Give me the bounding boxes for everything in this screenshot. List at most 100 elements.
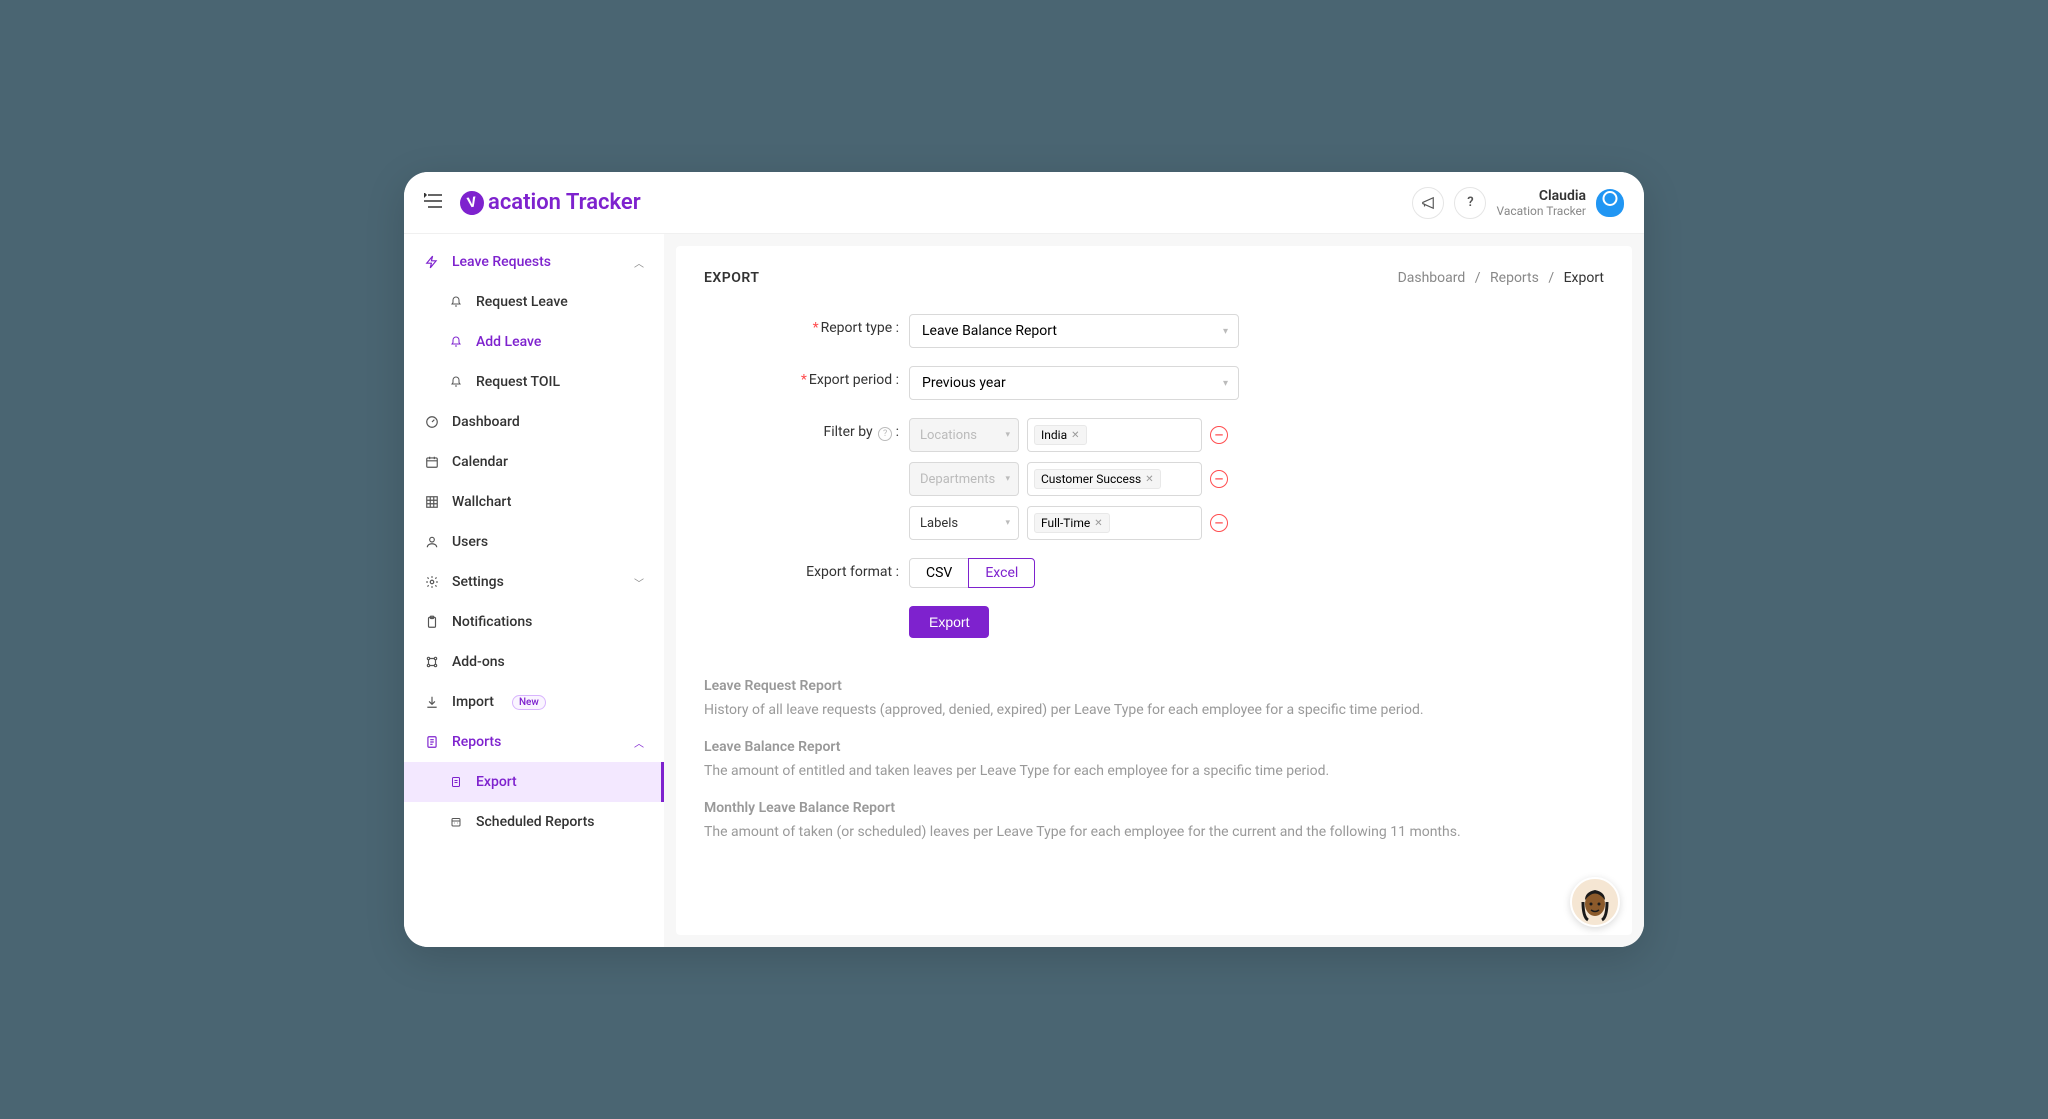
breadcrumb-current: Export	[1564, 270, 1604, 286]
format-excel-option[interactable]: Excel	[968, 558, 1035, 588]
sidebar: Leave Requests ︿ Request Leave Add Leave…	[404, 234, 664, 947]
desc-text: History of all leave requests (approved,…	[704, 700, 1604, 721]
report-type-select[interactable]: Leave Balance Report ▾	[909, 314, 1239, 348]
nav-label: Users	[452, 534, 488, 550]
remove-filter-button[interactable]: —	[1210, 514, 1228, 532]
clipboard-icon	[424, 614, 440, 630]
breadcrumb: Dashboard / Reports / Export	[1398, 270, 1604, 286]
filter-value-input[interactable]: India ✕	[1027, 418, 1202, 452]
sidebar-item-settings[interactable]: Settings ﹀	[404, 562, 664, 602]
remove-filter-button[interactable]: —	[1210, 470, 1228, 488]
nav-label: Request Leave	[476, 294, 568, 310]
user-info[interactable]: Claudia Vacation Tracker	[1496, 188, 1586, 218]
nav-label: Notifications	[452, 614, 532, 630]
export-period-select[interactable]: Previous year ▾	[909, 366, 1239, 400]
chevron-down-icon: ▾	[1223, 378, 1228, 389]
bell-icon	[448, 374, 464, 390]
calendar-icon	[424, 454, 440, 470]
export-icon	[448, 774, 464, 790]
nav-label: Add-ons	[452, 654, 505, 670]
user-icon	[424, 534, 440, 550]
menu-toggle-button[interactable]	[424, 193, 444, 213]
filter-row-locations: Locations ▾ India ✕ —	[909, 418, 1228, 452]
sidebar-item-scheduled-reports[interactable]: Scheduled Reports	[404, 802, 664, 842]
remove-tag-button[interactable]: ✕	[1071, 430, 1079, 441]
bell-icon	[448, 334, 464, 350]
gear-icon	[424, 574, 440, 590]
nav-label: Import	[452, 694, 494, 710]
chevron-up-icon: ︿	[634, 255, 644, 270]
page-title: EXPORT	[704, 270, 759, 286]
report-descriptions: Leave Request Report History of all leav…	[704, 678, 1604, 843]
announcement-button[interactable]	[1412, 187, 1444, 219]
sidebar-item-request-leave[interactable]: Request Leave	[404, 282, 664, 322]
user-name: Claudia	[1496, 188, 1586, 204]
export-button[interactable]: Export	[909, 606, 989, 638]
logo-icon: V	[458, 189, 486, 217]
chevron-down-icon: ▾	[1005, 474, 1010, 484]
report-type-label: *Report type :	[704, 314, 909, 336]
sidebar-item-add-leave[interactable]: Add Leave	[404, 322, 664, 362]
app-logo[interactable]: V acation Tracker	[460, 190, 641, 215]
sidebar-item-import[interactable]: Import New	[404, 682, 664, 722]
filter-value-input[interactable]: Full-Time ✕	[1027, 506, 1202, 540]
nav-label: Dashboard	[452, 414, 520, 430]
sidebar-item-users[interactable]: Users	[404, 522, 664, 562]
remove-filter-button[interactable]: —	[1210, 426, 1228, 444]
desc-title: Monthly Leave Balance Report	[704, 800, 1604, 816]
user-avatar[interactable]	[1596, 189, 1624, 217]
format-csv-option[interactable]: CSV	[909, 558, 969, 588]
filter-tag: Full-Time ✕	[1034, 513, 1110, 533]
chevron-down-icon: ▾	[1005, 518, 1010, 528]
nav-label: Reports	[452, 734, 501, 750]
filter-type-select[interactable]: Labels ▾	[909, 506, 1019, 540]
lightning-icon	[424, 254, 440, 270]
sidebar-item-notifications[interactable]: Notifications	[404, 602, 664, 642]
bell-icon	[448, 294, 464, 310]
chevron-up-icon: ︿	[634, 735, 644, 750]
filter-by-label: Filter by ? :	[704, 418, 909, 441]
gauge-icon	[424, 414, 440, 430]
sidebar-item-calendar[interactable]: Calendar	[404, 442, 664, 482]
chevron-down-icon: ▾	[1005, 430, 1010, 440]
sidebar-item-addons[interactable]: Add-ons	[404, 642, 664, 682]
sidebar-item-export[interactable]: Export	[404, 762, 664, 802]
filter-tag: Customer Success ✕	[1034, 469, 1161, 489]
upload-icon	[424, 694, 440, 710]
chevron-down-icon: ﹀	[634, 575, 644, 590]
breadcrumb-reports[interactable]: Reports	[1490, 270, 1539, 286]
nodes-icon	[424, 654, 440, 670]
nav-label: Wallchart	[452, 494, 511, 510]
support-chat-button[interactable]	[1570, 877, 1620, 927]
sidebar-item-leave-requests[interactable]: Leave Requests ︿	[404, 242, 664, 282]
schedule-icon	[448, 814, 464, 830]
app-name: acation Tracker	[488, 190, 641, 215]
remove-tag-button[interactable]: ✕	[1094, 518, 1102, 529]
export-card: EXPORT Dashboard / Reports / Export *Rep…	[676, 246, 1632, 935]
sidebar-item-request-toil[interactable]: Request TOIL	[404, 362, 664, 402]
export-period-label: *Export period :	[704, 366, 909, 388]
report-icon	[424, 734, 440, 750]
export-format-label: Export format :	[704, 558, 909, 580]
filter-type-select: Locations ▾	[909, 418, 1019, 452]
sidebar-item-reports[interactable]: Reports ︿	[404, 722, 664, 762]
sidebar-item-wallchart[interactable]: Wallchart	[404, 482, 664, 522]
app-window: V acation Tracker ? Claudia Vacation Tra…	[404, 172, 1644, 947]
nav-label: Request TOIL	[476, 374, 560, 390]
remove-tag-button[interactable]: ✕	[1145, 474, 1153, 485]
help-button[interactable]: ?	[1454, 187, 1486, 219]
nav-label: Settings	[452, 574, 504, 590]
filter-row-labels: Labels ▾ Full-Time ✕ —	[909, 506, 1228, 540]
filter-value-input[interactable]: Customer Success ✕	[1027, 462, 1202, 496]
chevron-down-icon: ▾	[1223, 326, 1228, 337]
sidebar-item-dashboard[interactable]: Dashboard	[404, 402, 664, 442]
breadcrumb-dashboard[interactable]: Dashboard	[1398, 270, 1466, 286]
new-badge: New	[512, 695, 546, 710]
header: V acation Tracker ? Claudia Vacation Tra…	[404, 172, 1644, 234]
help-icon[interactable]: ?	[878, 427, 892, 441]
desc-text: The amount of entitled and taken leaves …	[704, 761, 1604, 782]
filter-row-departments: Departments ▾ Customer Success ✕ —	[909, 462, 1228, 496]
main-content: EXPORT Dashboard / Reports / Export *Rep…	[664, 234, 1644, 947]
nav-label: Calendar	[452, 454, 508, 470]
export-format-group: CSV Excel	[909, 558, 1035, 588]
